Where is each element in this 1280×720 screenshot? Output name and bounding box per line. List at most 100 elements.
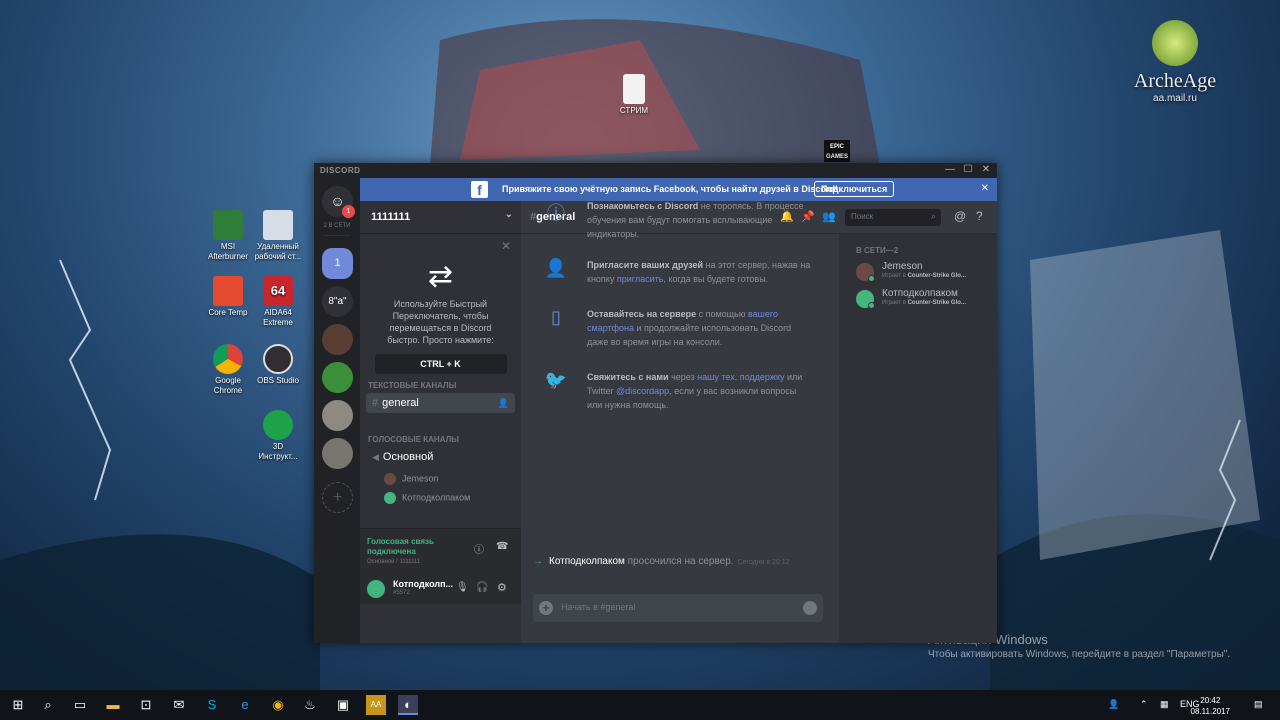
server-icon-1111111[interactable]: 1 <box>322 248 353 279</box>
twitter-link[interactable]: @discordapp <box>616 386 669 396</box>
desktop-icon-3d-instructor[interactable]: 3D Инструкт... <box>253 410 303 462</box>
member-activity: Играет в Counter-Strike Glo... <box>882 300 966 306</box>
member-item[interactable]: Jemeson Играет в Counter-Strike Glo... <box>856 261 996 283</box>
disconnect-icon[interactable]: ☎ <box>496 541 508 552</box>
timestamp: Сегодня в 20:12 <box>737 559 790 566</box>
support-link[interactable]: нашу тех. поддержку <box>697 372 784 382</box>
mentions-icon[interactable]: @ <box>954 209 966 223</box>
message-placeholder: Начать в #general <box>561 602 636 612</box>
lightbulb-icon: ⓘ <box>547 203 565 223</box>
headphones-icon[interactable]: 🎧 <box>476 582 488 593</box>
server-icon-8a[interactable]: 8"a" <box>322 286 353 317</box>
chrome-icon <box>213 344 243 374</box>
desktop-icon-msi-afterburner[interactable]: MSI Afterburner <box>203 210 253 262</box>
tip-close-icon[interactable]: ✕ <box>501 239 511 253</box>
divider <box>324 235 350 236</box>
clock[interactable]: 20:42 08.11.2017 <box>1191 695 1230 717</box>
title-bar: DISCORD — ☐ ✕ <box>314 163 997 178</box>
task-view-icon[interactable]: ▭ <box>70 695 90 715</box>
server-icon-6[interactable] <box>322 438 353 469</box>
server-icon-4[interactable] <box>322 362 353 393</box>
banner-close-icon[interactable]: ✕ <box>981 183 989 194</box>
skype-icon[interactable]: S <box>202 695 222 715</box>
search-icon: ⌕ <box>930 211 936 221</box>
mail-icon[interactable]: ✉ <box>169 695 189 715</box>
edge-icon[interactable]: e <box>235 695 255 715</box>
remote-desktop-icon <box>263 210 293 240</box>
voice-channels-category[interactable]: ГОЛОСОВЫЕ КАНАЛЫ <box>360 435 459 444</box>
steam-icon[interactable]: ♨ <box>300 695 320 715</box>
aida64-icon: 64 <box>263 276 293 306</box>
minimize-button[interactable]: — <box>942 164 958 175</box>
twitter-icon: 🐦 <box>544 370 568 390</box>
start-button[interactable]: ⊞ <box>8 695 28 715</box>
server-icon-3[interactable] <box>322 324 353 355</box>
help-icon[interactable]: ? <box>976 209 983 223</box>
discord-brand: DISCORD <box>320 166 361 175</box>
mute-icon[interactable]: 🎙 <box>456 582 469 593</box>
member-activity: Играет в Counter-Strike Glo... <box>882 273 966 279</box>
connect-facebook-button[interactable]: Подключиться <box>814 181 895 197</box>
file-icon <box>623 74 645 104</box>
server-header[interactable]: 1111111 ⌄ <box>360 201 521 234</box>
username: Котподколп... <box>393 579 454 589</box>
user-tag: #5572 <box>393 590 410 596</box>
maximize-button[interactable]: ☐ <box>960 164 976 175</box>
file-explorer-icon[interactable]: ▬ <box>103 695 123 715</box>
voice-user[interactable]: Котподколпаком <box>384 492 470 504</box>
add-server-button[interactable]: + <box>322 482 353 513</box>
desktop-icon-obs[interactable]: OBS Studio <box>253 344 303 386</box>
add-friend-icon: 👤 <box>544 258 568 278</box>
message-input[interactable]: + Начать в #general <box>533 594 823 622</box>
chrome-icon[interactable]: ◉ <box>268 695 288 715</box>
chevron-down-icon: ⌄ <box>504 209 513 220</box>
discord-window: DISCORD — ☐ ✕ ☺ 1 2 В СЕТИ 1 8"a" + f Пр… <box>314 163 997 643</box>
desktop-icon-core-temp[interactable]: Core Temp <box>203 276 253 318</box>
archeage-emblem-icon <box>1152 20 1198 66</box>
voice-user[interactable]: Jemeson <box>384 473 439 485</box>
app-icon[interactable]: ▣ <box>333 695 353 715</box>
info-icon[interactable]: ⓘ <box>474 541 484 556</box>
member-list: В СЕТИ—2 Jemeson Играет в Counter-Strike… <box>839 234 997 643</box>
desktop-icon-stream[interactable]: СТРИМ <box>609 74 659 116</box>
desktop-icon-remote-desktop[interactable]: Удаленный рабочий ст... <box>253 210 303 262</box>
member-item[interactable]: Котподколпаком Играет в Counter-Strike G… <box>856 288 996 310</box>
desktop-icon-aida64[interactable]: 64 AIDA64 Extreme <box>253 276 303 328</box>
quick-switcher-tip: ✕ ⇄ Используйте Быстрый Переключатель, ч… <box>366 239 515 374</box>
invite-link[interactable]: пригласить <box>617 274 664 284</box>
welcome-item-invite: 👤 Пригласите ваших друзей на этот сервер… <box>544 258 811 284</box>
search-icon[interactable]: ⌕ <box>38 695 58 715</box>
voice-channel-main[interactable]: ◀ Основной <box>366 447 515 467</box>
emoji-icon[interactable] <box>803 601 817 615</box>
core-temp-icon <box>213 276 243 306</box>
close-button[interactable]: ✕ <box>978 164 994 175</box>
server-icon-5[interactable] <box>322 400 353 431</box>
network-icon[interactable]: ▦ <box>1160 699 1169 710</box>
text-channels-category[interactable]: ТЕКСТОВЫЕ КАНАЛЫ <box>360 381 456 390</box>
notifications-icon[interactable]: ▤ <box>1254 699 1263 710</box>
gear-icon[interactable]: ⚙ <box>497 581 507 594</box>
channel-general[interactable]: # general 👤 <box>366 393 515 413</box>
avatar[interactable] <box>367 580 385 598</box>
voice-connection-panel: Голосовая связь подключена Основной / 11… <box>360 528 521 574</box>
members-icon[interactable]: 👥 <box>822 210 836 223</box>
notification-badge: 1 <box>342 205 355 218</box>
invite-icon[interactable]: 👤 <box>498 393 509 413</box>
discord-taskbar-icon[interactable]: ◐ <box>398 695 418 715</box>
archeage-taskbar-icon[interactable]: AA <box>366 695 386 715</box>
system-message-join: → Котподколпаком просочился на сервер. Сег… <box>533 556 790 567</box>
shortcut-key: CTRL + K <box>374 354 507 374</box>
upload-icon[interactable]: + <box>539 601 553 615</box>
message-author[interactable]: Котподколпаком <box>549 556 625 567</box>
pin-icon[interactable]: 📌 <box>801 210 815 223</box>
desktop-icon-epic[interactable]: EPIC GAMES <box>812 140 862 162</box>
people-icon[interactable]: 👤 <box>1108 699 1119 710</box>
desktop-icon-chrome[interactable]: Google Chrome <box>203 344 253 396</box>
server-list: ☺ 1 2 В СЕТИ 1 8"a" + <box>314 178 360 643</box>
bell-icon[interactable]: 🔔 <box>780 210 794 223</box>
tray-chevron-icon[interactable]: ⌃ <box>1140 699 1148 710</box>
user-panel: Котподколп... #5572 🎙 🎧 ⚙ <box>360 574 521 604</box>
search-input[interactable]: Поиск ⌕ <box>845 209 941 226</box>
store-icon[interactable]: ⊡ <box>136 695 156 715</box>
swap-arrows-icon: ⇄ <box>427 260 454 293</box>
